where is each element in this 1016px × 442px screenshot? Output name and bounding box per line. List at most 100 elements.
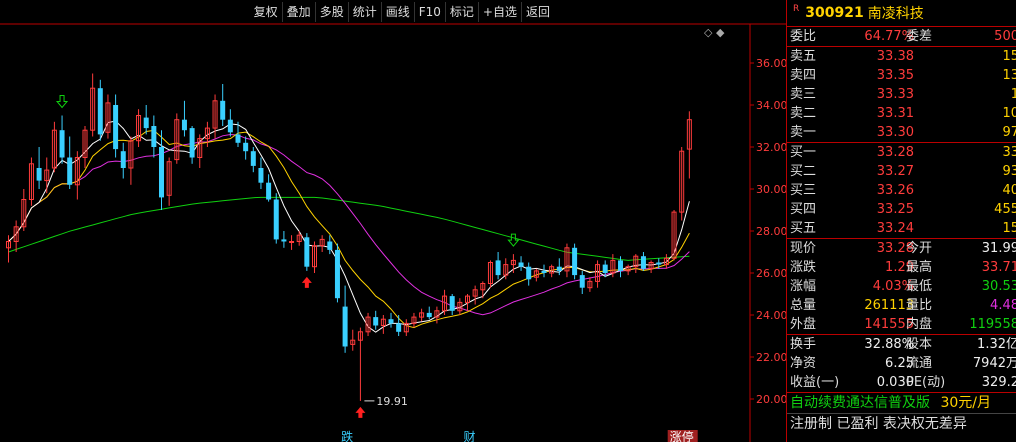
candle-body-up [289,241,295,243]
toolbar-btn-2[interactable]: 多股 [314,2,348,22]
bid-price: 33.28 [876,145,914,160]
quote-panel: R 300921 南凌科技 委比 64.77% 委差 500 卖五33.3815… [786,0,1016,442]
stat-label: 现价 [790,241,817,256]
candle-body-down [640,256,646,269]
kline-svg[interactable]: 36.00 34.00 32.00 30.00 28.00 26.00 24.00 22.00… [0,0,786,442]
buy-arrow-icon [301,276,312,288]
low-marker-label: 19.91 [376,395,408,408]
stock-tags: 注册制 已盈利 表决权无差异 [787,413,1016,434]
candle-body-down [449,296,455,311]
bid-label: 买三 [790,183,817,198]
ask-price: 33.30 [876,125,914,140]
price-label: 34.00 [756,99,786,112]
weibi-label: 委比 [790,29,817,44]
candle-body-down [426,312,432,318]
stat-row: 现价 33.28 今开 31.99 [787,239,1016,258]
fundamental-stats: 换手 32.88% 股本 1.32亿 净资 6.25 流通 7942万 收益(一) 0.030 PE… [787,334,1016,392]
toolbar-btn-6[interactable]: 标记 [444,2,478,22]
stat-value: 33.71 [981,260,1016,275]
toolbar-btn-7[interactable]: +自选 [477,2,521,22]
ad-text: 自动续费通达信普及版 [790,395,930,411]
bid-label: 买五 [790,221,817,236]
stock-code[interactable]: 300921 [805,5,863,21]
candle-body-down [526,266,532,280]
stat-label: 内盘 [906,317,933,332]
stat-row: 涨幅 4.03% 最低 30.53 [787,277,1016,296]
toolbar-btn-8[interactable]: 返回 [520,2,554,22]
candle-body-down [97,88,103,135]
bid-price: 33.26 [876,183,914,198]
candle-body-down [281,239,287,242]
toolbar-btn-0[interactable]: 复权 [250,2,282,22]
candle-body-down [327,241,333,250]
stat-label: 最低 [906,279,933,294]
kline-chart[interactable]: 36.00 34.00 32.00 30.00 28.00 26.00 24.00 22.00… [0,0,786,442]
price-label: 20.00 [756,393,786,406]
ask-label: 卖四 [790,68,817,83]
sell-arrow-icon [55,95,69,109]
bid-row[interactable]: 买二 33.27 93 [787,162,1016,181]
ask-row[interactable]: 卖四 33.35 13 [787,66,1016,85]
stat-row: 涨跌 1.29 最高 33.71 [787,258,1016,277]
candle-body-down [258,168,264,183]
bid-row[interactable]: 买三 33.26 40 [787,181,1016,200]
bid-row[interactable]: 买四 33.25 455 [787,200,1016,219]
stat-value: 119558 [969,317,1016,332]
ask-row[interactable]: 卖五 33.38 15 [787,47,1016,66]
toolbar-btn-1[interactable]: 叠加 [281,2,315,22]
stat-row: 总量261113量比4.48 [787,296,1016,315]
weibi-row: 委比 64.77% 委差 500 [787,27,1016,46]
ad-price: 30元/月 [940,395,991,411]
ad-banner[interactable]: 自动续费通达信普及版 30元/月 [787,392,1016,413]
toolbar-btn-5[interactable]: F10 [413,2,445,22]
bid-label: 买四 [790,202,817,217]
candle-body-down [602,264,608,273]
ma10-line [8,129,690,329]
ask-volume: 15 [1002,49,1016,64]
stat-label: 最高 [906,260,933,275]
price-label: 22.00 [756,351,786,364]
stat-value: 30.53 [981,279,1016,294]
price-label: 28.00 [756,225,786,238]
bid-price: 33.25 [876,202,914,217]
ask-row[interactable]: 卖三 33.33 1 [787,85,1016,104]
stat-value: 4.48 [990,298,1016,313]
ask-row[interactable]: 卖一 33.30 97 [787,123,1016,142]
price-label: 26.00 [756,267,786,280]
stat-label: 量比 [906,298,933,313]
bid-label: 买一 [790,145,817,160]
event-tag-down: 跌 [341,429,353,442]
candle-body-down [143,117,149,129]
candle-body-down [273,199,279,240]
fund-row: 换手 32.88% 股本 1.32亿 [787,335,1016,354]
fund-value: 7942万 [972,356,1016,371]
stat-label: 外盘 [790,317,817,332]
stock-name[interactable]: 南凌科技 [868,3,924,23]
ask-price: 33.38 [876,49,914,64]
bid-label: 买二 [790,164,817,179]
bid-row[interactable]: 买五 33.24 15 [787,219,1016,238]
ask-row[interactable]: 卖二 33.31 10 [787,104,1016,123]
bid-price: 33.24 [876,221,914,236]
fund-value: 329.2 [981,375,1016,390]
corner-icons[interactable]: ◇ ◆ [704,26,724,39]
fund-row: 净资 6.25 流通 7942万 [787,354,1016,373]
bid-volume: 93 [1002,164,1016,179]
weicha-label: 委差 [906,29,933,44]
toolbar-btn-4[interactable]: 画线 [380,2,414,22]
candle-body-down [59,130,65,158]
bid-row[interactable]: 买一 33.28 33 [787,143,1016,162]
candle-body-down [67,157,73,185]
event-tag-limitup: 涨停 [670,429,694,442]
fund-label: 股本 [906,337,933,352]
toolbar-btn-3[interactable]: 统计 [347,2,381,22]
ask-label: 卖五 [790,49,817,64]
ask-label: 卖二 [790,106,817,121]
ask-label: 卖三 [790,87,817,102]
fund-row: 收益(一) 0.030 PE(动) 329.2 [787,373,1016,392]
candle-body-down [334,249,340,299]
quote-stats: 现价 33.28 今开 31.99 涨跌 1.29 最高 33.71 涨幅 4.03% 最低 30.5… [787,238,1016,334]
candle-body-down [618,260,623,271]
candle-body-down [396,323,402,332]
stat-row: 外盘 141555 内盘 119558 [787,315,1016,334]
